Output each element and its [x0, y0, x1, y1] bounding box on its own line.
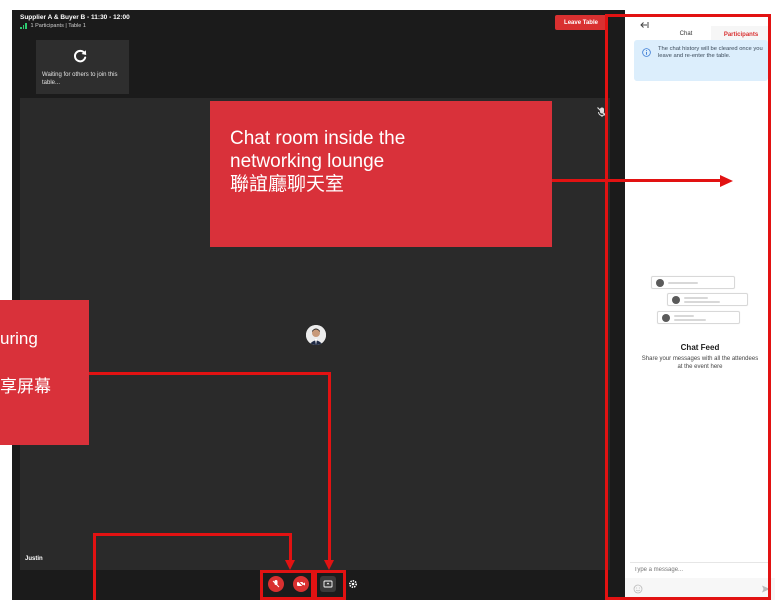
arrow-head — [324, 560, 334, 570]
chat-room-callout: Chat room inside the networking lounge 聯… — [210, 101, 552, 247]
connector-line — [328, 372, 331, 561]
avatar — [306, 325, 326, 345]
arrow-head — [720, 174, 733, 187]
connector-line — [93, 533, 291, 536]
avatar-image — [306, 325, 326, 345]
participant-name: Justin — [25, 556, 43, 562]
callout-line: networking lounge — [230, 151, 385, 172]
screen-share-callout: uring 享屏幕 — [0, 300, 89, 445]
settings-button[interactable] — [345, 576, 361, 592]
session-subtitle-text: 1 Participants | Table 1 — [30, 23, 86, 29]
screen-share-highlight — [314, 570, 346, 600]
connector-line — [89, 372, 331, 375]
waiting-tile: Waiting for others to join this table... — [36, 40, 129, 94]
waiting-text: Waiting for others to join this table... — [42, 72, 118, 86]
mic-camera-highlight — [260, 570, 314, 600]
signal-icon — [20, 23, 27, 29]
session-title: Supplier A & Buyer B - 11:30 - 12:00 — [20, 14, 130, 21]
settings-icon — [348, 579, 358, 589]
connector-line — [552, 179, 722, 182]
chat-panel-highlight — [605, 14, 771, 600]
callout-line: Chat room inside the — [230, 128, 406, 149]
session-subtitle: 1 Participants | Table 1 — [20, 23, 86, 29]
connector-line — [93, 533, 96, 600]
arrow-head — [285, 560, 295, 570]
reload-icon — [74, 49, 87, 63]
callout-line: uring — [0, 329, 38, 348]
callout-line: 聯誼廳聊天室 — [230, 174, 345, 195]
leave-table-button[interactable]: Leave Table — [555, 15, 607, 30]
connector-line — [289, 533, 292, 561]
callout-line: 享屏幕 — [0, 377, 51, 396]
screenshot-root: Supplier A & Buyer B - 11:30 - 12:00 1 P… — [0, 0, 775, 600]
